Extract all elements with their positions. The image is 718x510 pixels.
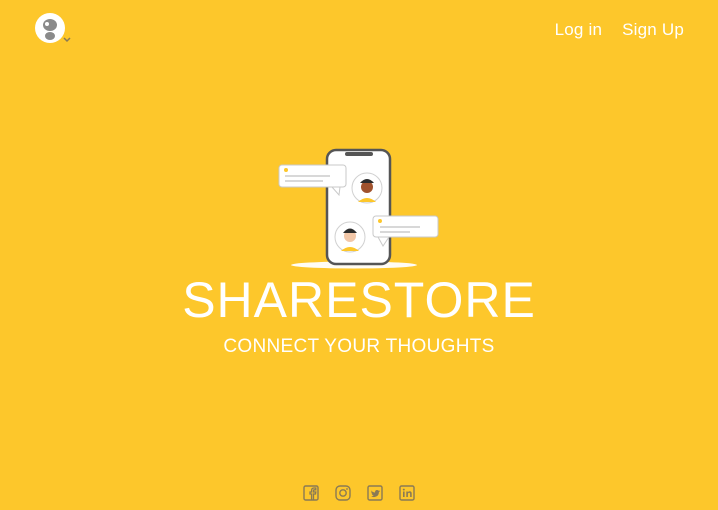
instagram-icon[interactable] bbox=[335, 485, 351, 501]
linkedin-icon[interactable] bbox=[399, 485, 415, 501]
logo[interactable] bbox=[33, 12, 73, 44]
twitter-icon[interactable] bbox=[367, 485, 383, 501]
phone-chat-illustration bbox=[276, 148, 442, 272]
social-links bbox=[0, 485, 718, 501]
signup-link[interactable]: Sign Up bbox=[622, 20, 684, 40]
brand-title: SHARESTORE bbox=[182, 272, 536, 328]
tagline: CONNECT YOUR THOUGHTS bbox=[223, 336, 495, 357]
facebook-icon[interactable] bbox=[303, 485, 319, 501]
header-nav: Log in Sign Up bbox=[555, 20, 684, 40]
login-link[interactable]: Log in bbox=[555, 20, 603, 40]
owl-logo-icon bbox=[35, 13, 71, 43]
